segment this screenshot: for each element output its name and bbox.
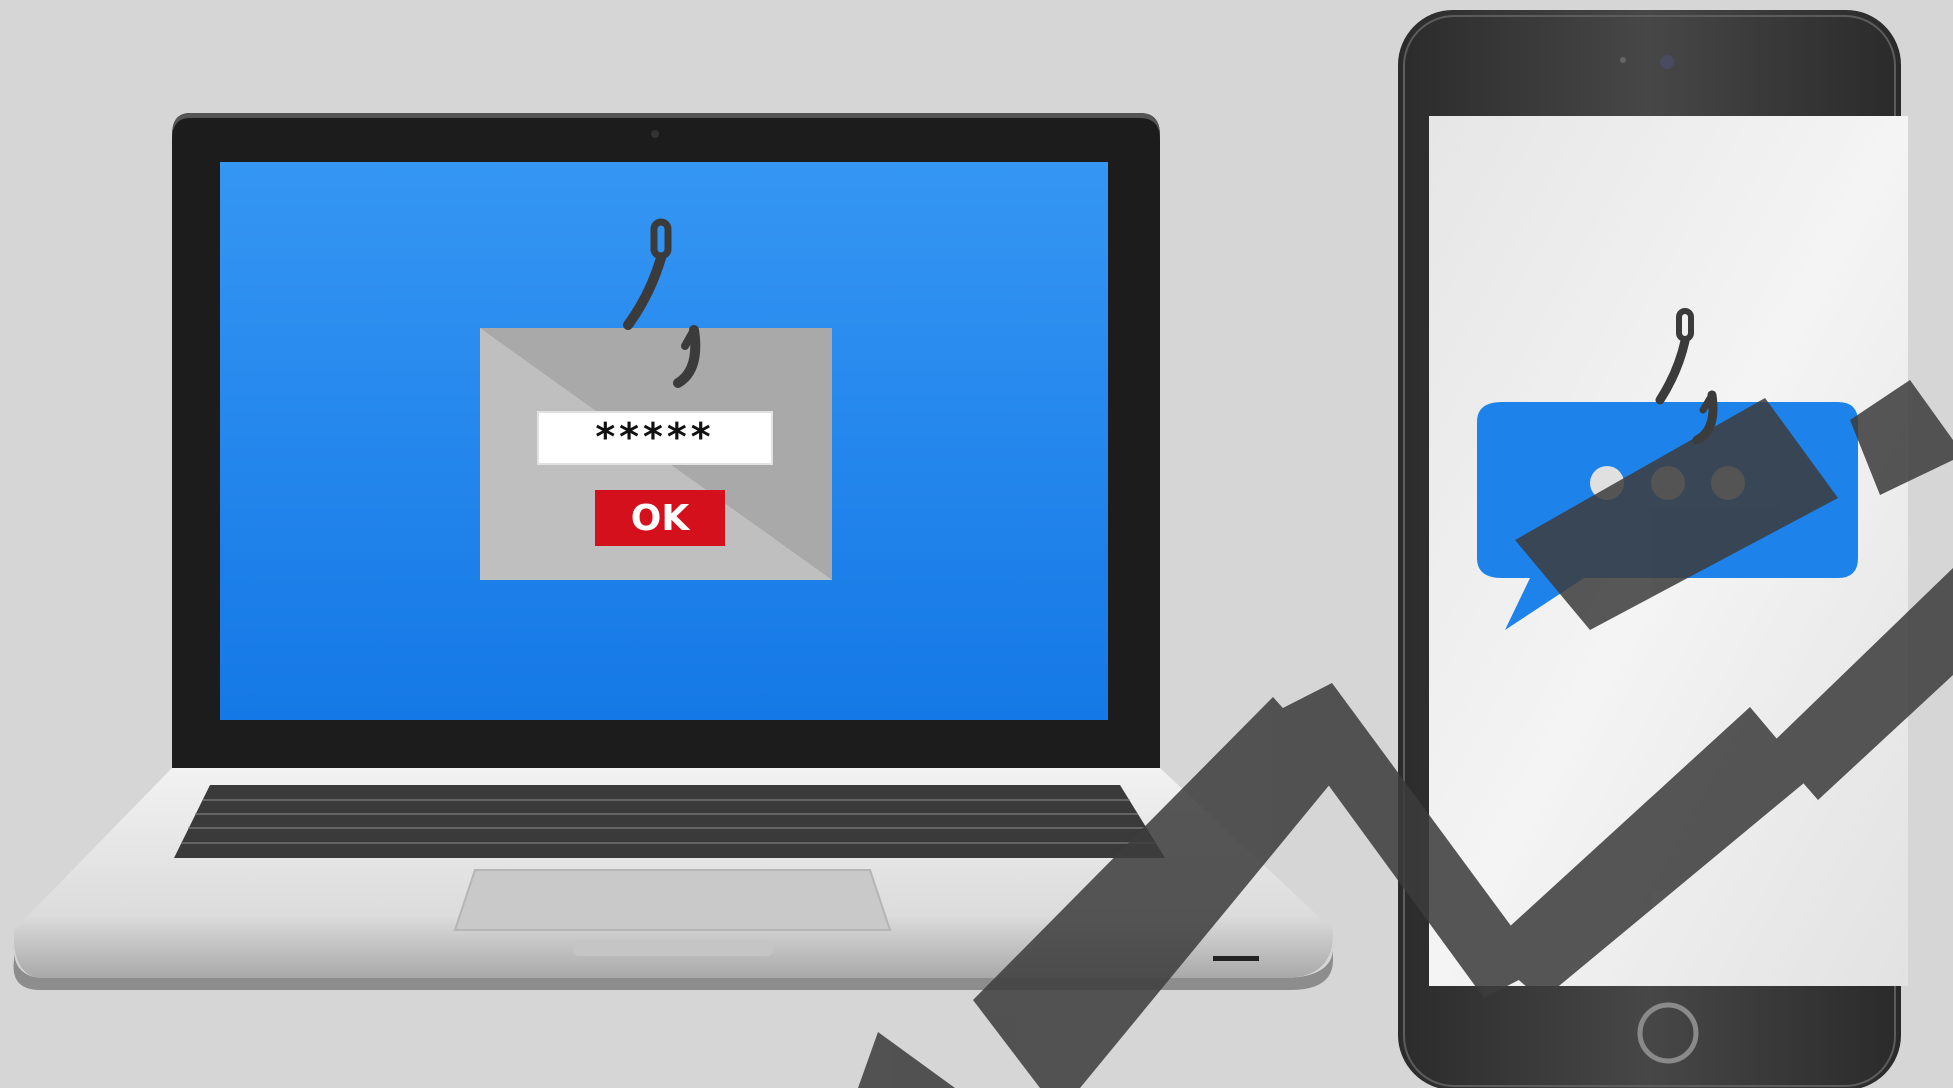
illustration: ***** OK	[13, 10, 1908, 1088]
phone-camera	[1660, 55, 1674, 69]
status-led	[1213, 956, 1259, 961]
smartphone	[1398, 10, 1908, 1088]
phishing-dialog: ***** OK	[480, 328, 832, 580]
phone-speaker	[1620, 57, 1626, 63]
webcam	[651, 130, 659, 138]
password-field-value: *****	[595, 415, 714, 459]
hinge-notch	[573, 940, 773, 956]
laptop: ***** OK	[13, 113, 1334, 990]
typing-dots-icon	[1590, 466, 1745, 500]
ok-button-label: OK	[631, 498, 691, 539]
keyboard	[174, 785, 1165, 858]
trackpad	[453, 869, 892, 931]
